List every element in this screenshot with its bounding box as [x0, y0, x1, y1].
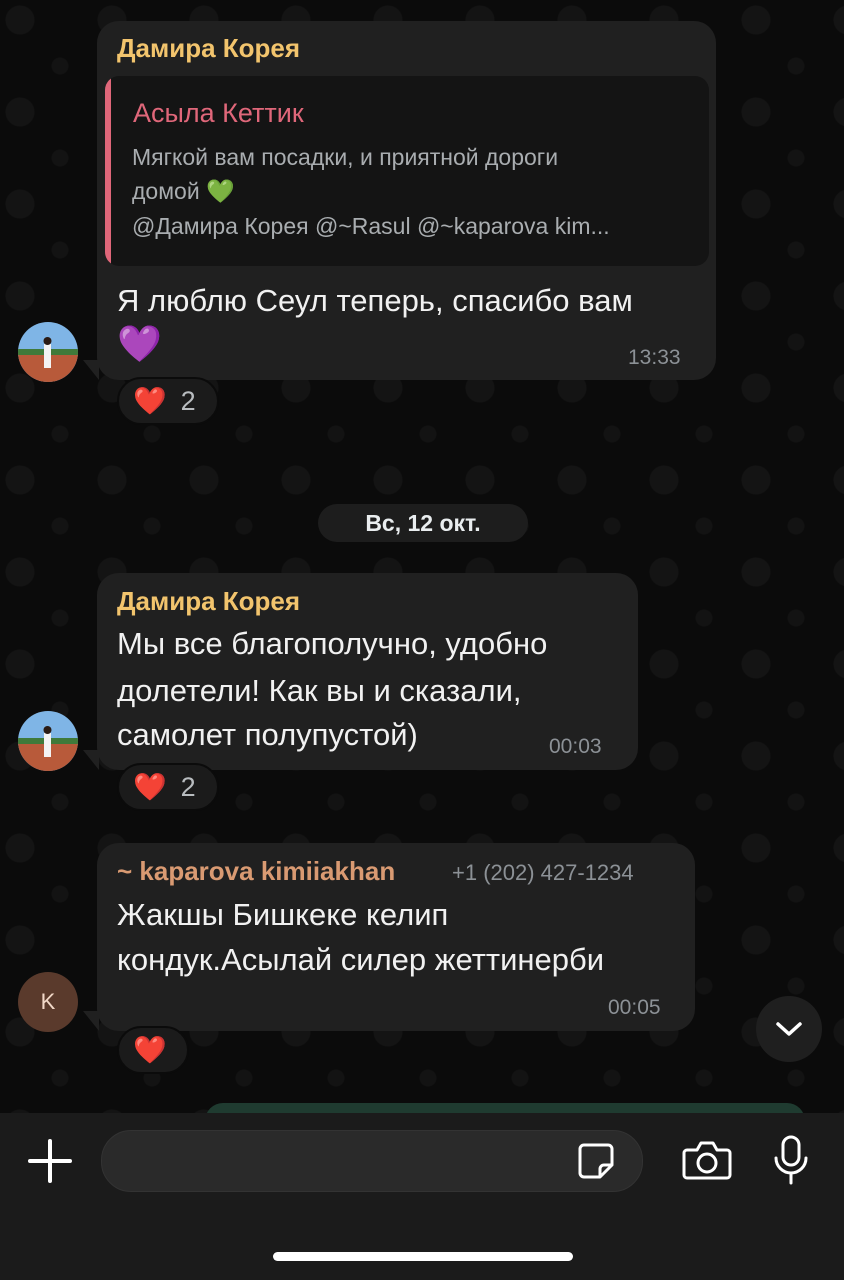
- avatar[interactable]: [18, 711, 78, 771]
- reply-quote[interactable]: Асыла Кеттик Мягкой вам посадки, и прият…: [105, 76, 709, 266]
- date-divider: Вс, 12 окт.: [318, 504, 528, 542]
- reply-text-line: Мягкой вам посадки, и приятной дороги: [132, 144, 559, 170]
- reply-text-line: домой 💚: [132, 178, 235, 204]
- camera-icon[interactable]: [681, 1138, 733, 1182]
- message-text: самолет полупустой): [117, 717, 418, 752]
- bubble-tail: [83, 750, 99, 770]
- plus-icon[interactable]: [28, 1139, 72, 1183]
- reaction-badge[interactable]: ❤️ 2: [117, 763, 219, 811]
- reply-author: Асыла Кеттик: [133, 98, 304, 128]
- message-text: кондук.Асылай силер жеттинерби: [117, 942, 605, 977]
- sender-phone: +1 (202) 427-1234: [452, 860, 634, 885]
- message-text: Я люблю Сеул теперь, спасибо вам: [117, 283, 633, 318]
- message-text: долетели! Как вы и сказали,: [117, 673, 522, 708]
- avatar[interactable]: K: [18, 972, 78, 1032]
- sender-name[interactable]: Дамира Корея: [117, 33, 300, 64]
- reaction-badge[interactable]: ❤️: [117, 1026, 189, 1074]
- chevron-down-icon: [776, 1022, 802, 1036]
- message-emoji: 💜: [117, 323, 162, 364]
- heart-icon: ❤️: [133, 386, 167, 416]
- message-time: 13:33: [628, 346, 681, 369]
- reaction-count: 2: [180, 771, 196, 802]
- home-indicator[interactable]: [273, 1252, 573, 1261]
- message-time: 00:05: [608, 996, 661, 1019]
- reaction-count: 2: [180, 385, 196, 416]
- message-time: 00:03: [549, 735, 602, 758]
- heart-icon: ❤️: [133, 772, 167, 802]
- reply-text-line: @Дамира Корея @~Rasul @~kaparova kim...: [132, 213, 610, 239]
- message-text: Жакшы Бишкеке келип: [117, 897, 449, 932]
- bubble-tail: [83, 360, 99, 380]
- microphone-icon[interactable]: [772, 1134, 810, 1186]
- sender-name[interactable]: Дамира Корея: [117, 586, 300, 617]
- bubble-tail: [83, 1011, 99, 1031]
- sticker-icon[interactable]: [576, 1141, 616, 1181]
- reply-quote-bar: [105, 76, 111, 266]
- message-text: Мы все благополучно, удобно: [117, 626, 548, 661]
- avatar[interactable]: [18, 322, 78, 382]
- reaction-badge[interactable]: ❤️ 2: [117, 377, 219, 425]
- scroll-down-button[interactable]: [756, 996, 822, 1062]
- message-input[interactable]: [101, 1130, 643, 1192]
- avatar-letter: K: [40, 989, 56, 1014]
- heart-icon: ❤️: [133, 1035, 167, 1065]
- sender-name[interactable]: ~ kaparova kimiiakhan: [117, 856, 395, 887]
